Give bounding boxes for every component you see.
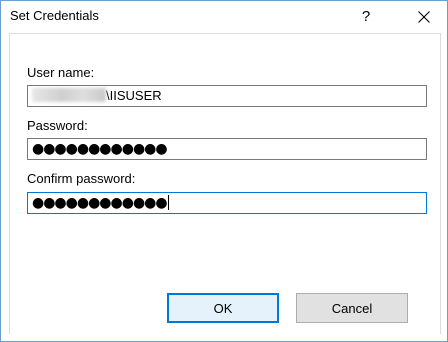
confirm-password-field[interactable]: ●●●●●●●●●●●●: [27, 192, 427, 214]
ok-button[interactable]: OK: [167, 293, 279, 323]
password-field[interactable]: ●●●●●●●●●●●●: [27, 138, 427, 160]
username-field[interactable]: \IISUSER: [27, 85, 427, 107]
title-bar: Set Credentials ?: [1, 1, 447, 32]
password-label: Password:: [27, 118, 88, 133]
close-icon: [418, 10, 430, 23]
confirm-password-label: Confirm password:: [27, 171, 136, 186]
help-button[interactable]: ?: [343, 1, 389, 32]
redacted-domain: [32, 88, 106, 102]
dialog-title: Set Credentials: [10, 8, 99, 23]
username-value: \IISUSER: [106, 88, 162, 103]
username-label: User name:: [27, 65, 95, 80]
text-caret: [167, 195, 169, 210]
cancel-button[interactable]: Cancel: [296, 293, 408, 323]
confirm-password-mask: ●●●●●●●●●●●●: [32, 195, 168, 211]
set-credentials-dialog: Set Credentials ? User name: \IISUSER Pa…: [0, 0, 448, 342]
close-button[interactable]: [401, 1, 447, 32]
password-mask: ●●●●●●●●●●●●: [32, 141, 168, 157]
